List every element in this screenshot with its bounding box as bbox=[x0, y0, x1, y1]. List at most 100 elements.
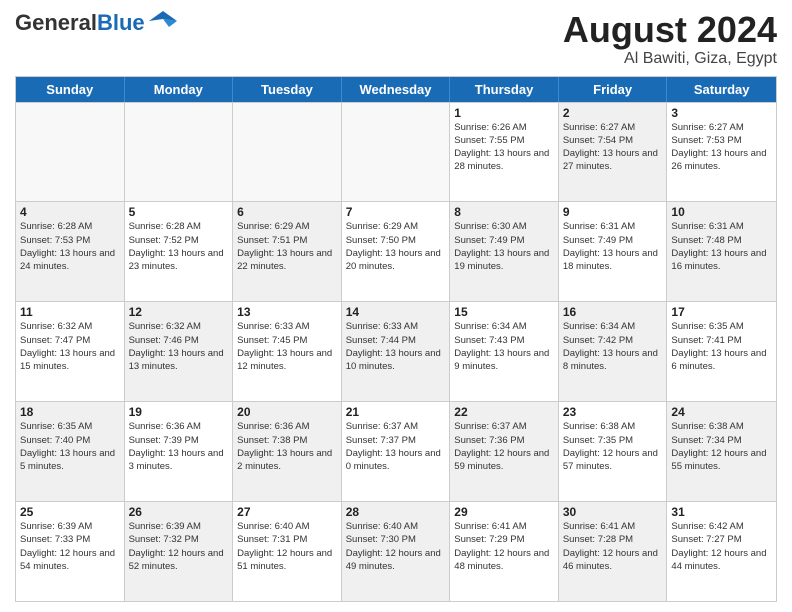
table-row bbox=[125, 103, 234, 202]
day-info: Sunrise: 6:40 AM Sunset: 7:31 PM Dayligh… bbox=[237, 520, 337, 573]
table-row: 26Sunrise: 6:39 AM Sunset: 7:32 PM Dayli… bbox=[125, 502, 234, 601]
table-row: 2Sunrise: 6:27 AM Sunset: 7:54 PM Daylig… bbox=[559, 103, 668, 202]
day-number: 18 bbox=[20, 405, 120, 419]
table-row: 18Sunrise: 6:35 AM Sunset: 7:40 PM Dayli… bbox=[16, 402, 125, 501]
table-row: 3Sunrise: 6:27 AM Sunset: 7:53 PM Daylig… bbox=[667, 103, 776, 202]
table-row: 29Sunrise: 6:41 AM Sunset: 7:29 PM Dayli… bbox=[450, 502, 559, 601]
day-info: Sunrise: 6:39 AM Sunset: 7:32 PM Dayligh… bbox=[129, 520, 229, 573]
day-info: Sunrise: 6:42 AM Sunset: 7:27 PM Dayligh… bbox=[671, 520, 772, 573]
header: GeneralBlue August 2024 Al Bawiti, Giza,… bbox=[15, 10, 777, 68]
day-number: 1 bbox=[454, 106, 554, 120]
table-row bbox=[233, 103, 342, 202]
calendar-row: 18Sunrise: 6:35 AM Sunset: 7:40 PM Dayli… bbox=[16, 401, 776, 501]
day-info: Sunrise: 6:37 AM Sunset: 7:36 PM Dayligh… bbox=[454, 420, 554, 473]
day-number: 16 bbox=[563, 305, 663, 319]
day-number: 3 bbox=[671, 106, 772, 120]
day-number: 23 bbox=[563, 405, 663, 419]
page: GeneralBlue August 2024 Al Bawiti, Giza,… bbox=[0, 0, 792, 612]
table-row: 19Sunrise: 6:36 AM Sunset: 7:39 PM Dayli… bbox=[125, 402, 234, 501]
day-number: 10 bbox=[671, 205, 772, 219]
day-number: 24 bbox=[671, 405, 772, 419]
table-row bbox=[342, 103, 451, 202]
day-number: 30 bbox=[563, 505, 663, 519]
day-info: Sunrise: 6:29 AM Sunset: 7:51 PM Dayligh… bbox=[237, 220, 337, 273]
weekday-friday: Friday bbox=[559, 77, 668, 102]
day-info: Sunrise: 6:32 AM Sunset: 7:46 PM Dayligh… bbox=[129, 320, 229, 373]
day-info: Sunrise: 6:41 AM Sunset: 7:29 PM Dayligh… bbox=[454, 520, 554, 573]
day-info: Sunrise: 6:41 AM Sunset: 7:28 PM Dayligh… bbox=[563, 520, 663, 573]
day-info: Sunrise: 6:40 AM Sunset: 7:30 PM Dayligh… bbox=[346, 520, 446, 573]
day-info: Sunrise: 6:35 AM Sunset: 7:41 PM Dayligh… bbox=[671, 320, 772, 373]
day-info: Sunrise: 6:30 AM Sunset: 7:49 PM Dayligh… bbox=[454, 220, 554, 273]
table-row: 1Sunrise: 6:26 AM Sunset: 7:55 PM Daylig… bbox=[450, 103, 559, 202]
table-row: 25Sunrise: 6:39 AM Sunset: 7:33 PM Dayli… bbox=[16, 502, 125, 601]
day-number: 27 bbox=[237, 505, 337, 519]
day-info: Sunrise: 6:36 AM Sunset: 7:38 PM Dayligh… bbox=[237, 420, 337, 473]
day-info: Sunrise: 6:31 AM Sunset: 7:49 PM Dayligh… bbox=[563, 220, 663, 273]
day-info: Sunrise: 6:34 AM Sunset: 7:42 PM Dayligh… bbox=[563, 320, 663, 373]
day-number: 20 bbox=[237, 405, 337, 419]
table-row: 28Sunrise: 6:40 AM Sunset: 7:30 PM Dayli… bbox=[342, 502, 451, 601]
table-row: 10Sunrise: 6:31 AM Sunset: 7:48 PM Dayli… bbox=[667, 202, 776, 301]
table-row: 31Sunrise: 6:42 AM Sunset: 7:27 PM Dayli… bbox=[667, 502, 776, 601]
day-number: 25 bbox=[20, 505, 120, 519]
table-row: 16Sunrise: 6:34 AM Sunset: 7:42 PM Dayli… bbox=[559, 302, 668, 401]
day-number: 29 bbox=[454, 505, 554, 519]
day-number: 22 bbox=[454, 405, 554, 419]
weekday-wednesday: Wednesday bbox=[342, 77, 451, 102]
day-info: Sunrise: 6:34 AM Sunset: 7:43 PM Dayligh… bbox=[454, 320, 554, 373]
weekday-thursday: Thursday bbox=[450, 77, 559, 102]
logo: GeneralBlue bbox=[15, 10, 177, 36]
day-info: Sunrise: 6:29 AM Sunset: 7:50 PM Dayligh… bbox=[346, 220, 446, 273]
day-info: Sunrise: 6:27 AM Sunset: 7:53 PM Dayligh… bbox=[671, 121, 772, 174]
calendar-row: 4Sunrise: 6:28 AM Sunset: 7:53 PM Daylig… bbox=[16, 201, 776, 301]
location-title: Al Bawiti, Giza, Egypt bbox=[563, 50, 777, 68]
day-number: 2 bbox=[563, 106, 663, 120]
day-info: Sunrise: 6:32 AM Sunset: 7:47 PM Dayligh… bbox=[20, 320, 120, 373]
day-number: 28 bbox=[346, 505, 446, 519]
calendar-row: 11Sunrise: 6:32 AM Sunset: 7:47 PM Dayli… bbox=[16, 301, 776, 401]
table-row: 7Sunrise: 6:29 AM Sunset: 7:50 PM Daylig… bbox=[342, 202, 451, 301]
table-row: 21Sunrise: 6:37 AM Sunset: 7:37 PM Dayli… bbox=[342, 402, 451, 501]
calendar-row: 1Sunrise: 6:26 AM Sunset: 7:55 PM Daylig… bbox=[16, 102, 776, 202]
weekday-saturday: Saturday bbox=[667, 77, 776, 102]
weekday-tuesday: Tuesday bbox=[233, 77, 342, 102]
day-number: 6 bbox=[237, 205, 337, 219]
day-number: 8 bbox=[454, 205, 554, 219]
day-number: 19 bbox=[129, 405, 229, 419]
table-row: 23Sunrise: 6:38 AM Sunset: 7:35 PM Dayli… bbox=[559, 402, 668, 501]
weekday-sunday: Sunday bbox=[16, 77, 125, 102]
day-info: Sunrise: 6:39 AM Sunset: 7:33 PM Dayligh… bbox=[20, 520, 120, 573]
calendar-row: 25Sunrise: 6:39 AM Sunset: 7:33 PM Dayli… bbox=[16, 501, 776, 601]
table-row: 13Sunrise: 6:33 AM Sunset: 7:45 PM Dayli… bbox=[233, 302, 342, 401]
month-title: August 2024 bbox=[563, 10, 777, 50]
table-row: 9Sunrise: 6:31 AM Sunset: 7:49 PM Daylig… bbox=[559, 202, 668, 301]
day-number: 7 bbox=[346, 205, 446, 219]
day-number: 11 bbox=[20, 305, 120, 319]
table-row: 12Sunrise: 6:32 AM Sunset: 7:46 PM Dayli… bbox=[125, 302, 234, 401]
day-number: 14 bbox=[346, 305, 446, 319]
day-info: Sunrise: 6:36 AM Sunset: 7:39 PM Dayligh… bbox=[129, 420, 229, 473]
table-row: 24Sunrise: 6:38 AM Sunset: 7:34 PM Dayli… bbox=[667, 402, 776, 501]
title-section: August 2024 Al Bawiti, Giza, Egypt bbox=[563, 10, 777, 68]
weekday-monday: Monday bbox=[125, 77, 234, 102]
day-info: Sunrise: 6:28 AM Sunset: 7:53 PM Dayligh… bbox=[20, 220, 120, 273]
day-number: 5 bbox=[129, 205, 229, 219]
table-row: 17Sunrise: 6:35 AM Sunset: 7:41 PM Dayli… bbox=[667, 302, 776, 401]
day-number: 26 bbox=[129, 505, 229, 519]
day-info: Sunrise: 6:31 AM Sunset: 7:48 PM Dayligh… bbox=[671, 220, 772, 273]
table-row: 15Sunrise: 6:34 AM Sunset: 7:43 PM Dayli… bbox=[450, 302, 559, 401]
calendar: Sunday Monday Tuesday Wednesday Thursday… bbox=[15, 76, 777, 602]
logo-general: GeneralBlue bbox=[15, 10, 145, 36]
table-row: 11Sunrise: 6:32 AM Sunset: 7:47 PM Dayli… bbox=[16, 302, 125, 401]
table-row: 8Sunrise: 6:30 AM Sunset: 7:49 PM Daylig… bbox=[450, 202, 559, 301]
day-number: 15 bbox=[454, 305, 554, 319]
day-info: Sunrise: 6:33 AM Sunset: 7:45 PM Dayligh… bbox=[237, 320, 337, 373]
day-number: 9 bbox=[563, 205, 663, 219]
day-info: Sunrise: 6:26 AM Sunset: 7:55 PM Dayligh… bbox=[454, 121, 554, 174]
day-number: 17 bbox=[671, 305, 772, 319]
day-info: Sunrise: 6:35 AM Sunset: 7:40 PM Dayligh… bbox=[20, 420, 120, 473]
table-row: 27Sunrise: 6:40 AM Sunset: 7:31 PM Dayli… bbox=[233, 502, 342, 601]
day-info: Sunrise: 6:38 AM Sunset: 7:34 PM Dayligh… bbox=[671, 420, 772, 473]
logo-bird-icon bbox=[149, 7, 177, 35]
